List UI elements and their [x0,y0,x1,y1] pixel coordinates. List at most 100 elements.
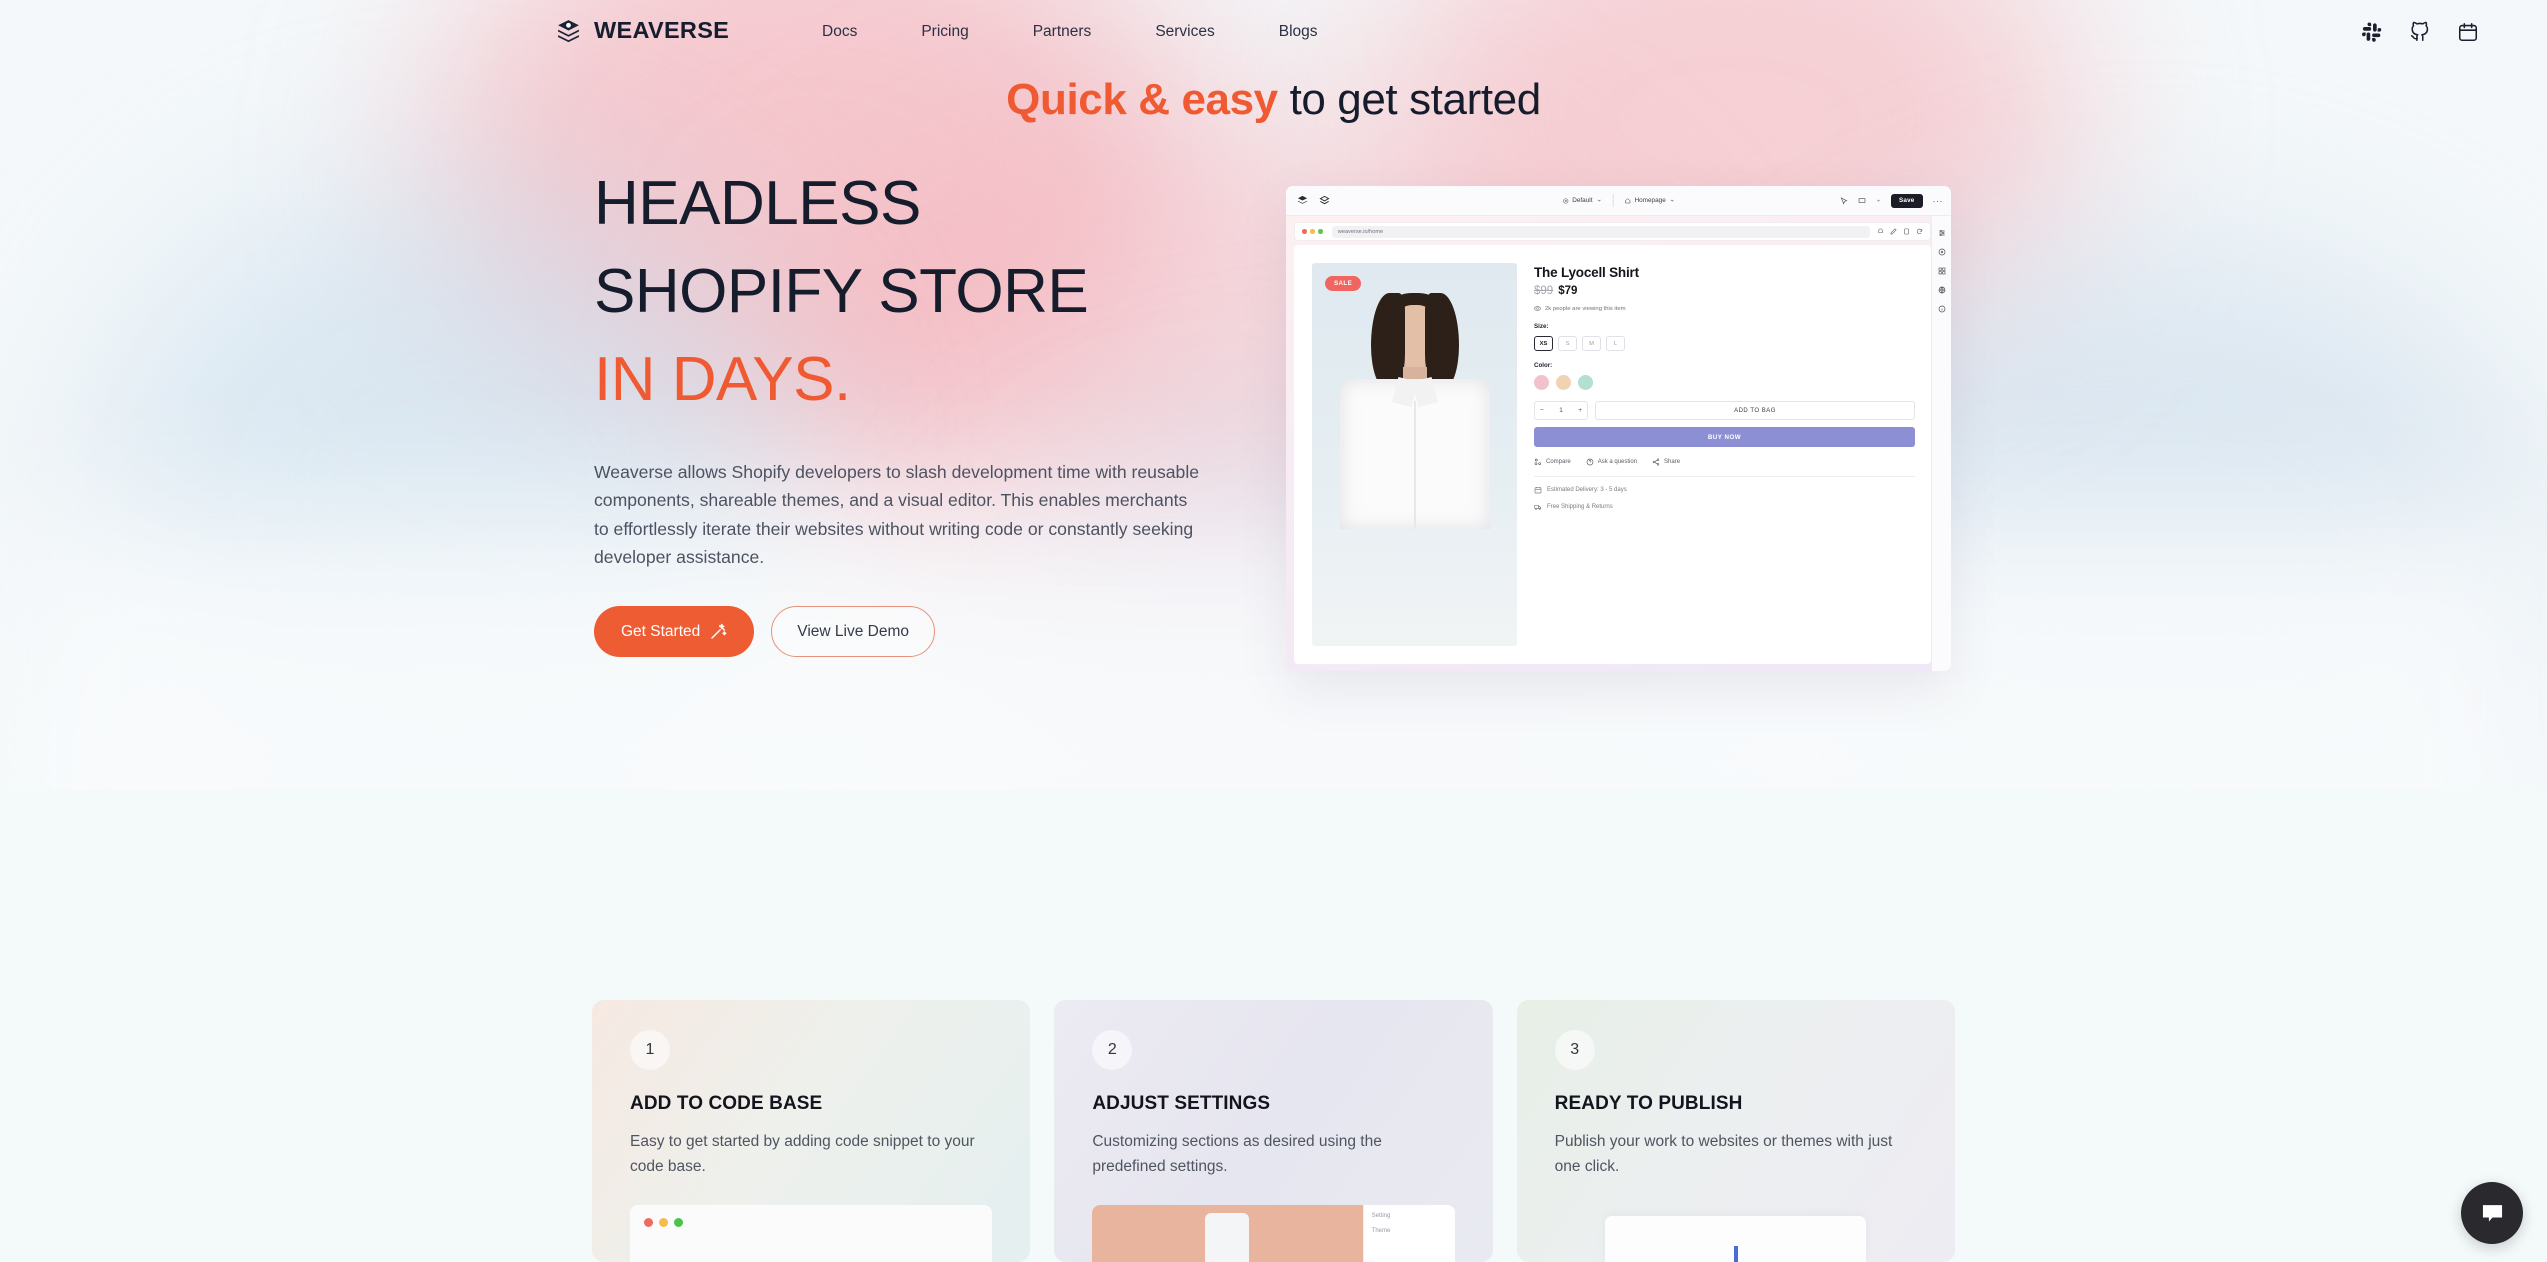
hero-heading: HEADLESS SHOPIFY STORE IN DAYS. [594,160,1234,424]
quantity-minus[interactable]: − [1540,407,1544,414]
color-option-peach[interactable] [1556,375,1571,390]
desktop-preview-icon[interactable] [1858,197,1866,205]
step-preview-3 [1555,1205,1917,1262]
section-heading: Quick & easy to get started [0,75,2547,125]
size-option-m[interactable]: M [1582,336,1601,351]
size-options: XS S M L [1534,336,1915,351]
hero-cta-group: Get Started View Live Demo [594,606,1234,658]
editor-mockup: Default Homepage Save ··· weaverse.io/ho… [1286,186,1951,671]
color-option-mint[interactable] [1578,375,1593,390]
step-card-3[interactable]: 3 READY TO PUBLISH Publish your work to … [1516,1000,1955,1262]
chat-widget-button[interactable] [2461,1182,2523,1244]
window-traffic-lights [1302,229,1323,234]
share-action[interactable]: Share [1652,458,1680,466]
device-preview-icon[interactable] [1903,228,1910,235]
editor-more-button[interactable]: ··· [1933,196,1944,206]
close-light[interactable] [1302,229,1307,234]
quantity-stepper[interactable]: − 1 + [1534,401,1588,420]
url-input[interactable]: weaverse.io/home [1331,225,1870,238]
product-viewers: 2k people are viewing this item [1534,305,1915,312]
eye-icon [1534,306,1541,311]
nav-item-docs[interactable]: Docs [790,0,889,64]
quantity-plus[interactable]: + [1578,407,1582,414]
shipping-note: Free Shipping & Returns [1534,503,1915,511]
step-card-1[interactable]: 1 ADD TO CODE BASE Easy to get started b… [592,1000,1031,1262]
page-dropdown-value: Homepage [1634,197,1666,204]
compare-action[interactable]: Compare [1534,458,1571,466]
get-started-label: Get Started [621,622,701,640]
product-image: SALE [1312,263,1517,646]
step-preview-2: Setting Theme [1092,1205,1455,1262]
step-number: 1 [630,1030,670,1070]
refresh-icon[interactable] [1916,228,1923,235]
step-title: READY TO PUBLISH [1554,1093,1743,1114]
step-title: ADJUST SETTINGS [1092,1093,1271,1114]
sliders-icon[interactable] [1938,229,1946,237]
product-price: $99 $79 [1534,285,1915,297]
step-preview-1 [630,1205,993,1262]
ask-question-action[interactable]: Ask a question [1586,458,1637,466]
quantity-value: 1 [1559,407,1563,414]
page-dropdown[interactable]: Homepage [1613,197,1685,204]
weaverse-logo-icon [558,20,579,43]
color-option-pink[interactable] [1534,375,1549,390]
slack-icon[interactable] [2361,21,2383,43]
header-icon-group [2361,0,2479,64]
nav-item-services[interactable]: Services [1123,0,1246,64]
chevron-down-icon [1670,199,1674,202]
question-icon [1586,458,1594,466]
bell-icon[interactable] [1877,228,1884,235]
get-started-button[interactable]: Get Started [594,606,755,658]
add-to-bag-button[interactable]: ADD TO BAG [1595,401,1915,420]
product-price-old: $99 [1534,285,1554,297]
size-option-s[interactable]: S [1558,336,1577,351]
maximize-light[interactable] [1318,229,1323,234]
layers-icon[interactable] [1319,195,1330,206]
landing-page: WEAVERSE Docs Pricing Partners Services … [0,0,2547,1262]
home-icon [1624,197,1630,203]
nav-item-partners[interactable]: Partners [1001,0,1124,64]
truck-icon [1534,505,1541,510]
sale-badge: SALE [1325,276,1362,291]
product-title: The Lyocell Shirt [1534,265,1639,280]
step-number: 3 [1554,1030,1595,1070]
grid-icon[interactable] [1938,267,1946,275]
delivery-note: Estimated Delivery: 3 - 5 days [1534,486,1915,494]
nav-item-blogs[interactable]: Blogs [1247,0,1350,64]
magic-wand-icon [711,623,727,639]
step-card-2[interactable]: 2 ADJUST SETTINGS Customizing sections a… [1054,1000,1493,1262]
hero-paragraph: Weaverse allows Shopify developers to sl… [594,462,1200,567]
chevron-down-icon[interactable] [1876,198,1881,203]
buy-now-button[interactable]: BUY NOW [1534,427,1915,447]
minimize-light[interactable] [1310,229,1315,234]
share-icon [1652,458,1660,466]
brand-logo[interactable]: WEAVERSE [556,17,729,44]
weaverse-mark-icon [1297,195,1308,204]
editor-toolbar: Default Homepage Save ··· [1286,186,1951,216]
chat-bubble-icon [2482,1204,2502,1221]
calendar-icon [1534,487,1542,494]
nav-item-pricing[interactable]: Pricing [889,0,1000,64]
size-option-xs[interactable]: XS [1534,336,1553,351]
info-icon[interactable] [1938,305,1946,313]
github-icon[interactable] [2409,21,2431,43]
step-description: Publish your work to websites or themes … [1554,1133,1893,1175]
section-heading-accent: Quick & easy [1006,75,1278,124]
size-option-l[interactable]: L [1606,336,1625,351]
palette-icon [1562,198,1568,203]
globe-icon[interactable] [1938,286,1946,294]
size-label: Size: [1534,323,1549,330]
theme-dropdown[interactable]: Default [1551,197,1612,204]
browser-bar: weaverse.io/home [1294,222,1931,241]
edit-pencil-icon[interactable] [1890,228,1897,235]
brand-name: WEAVERSE [594,17,730,43]
calendar-icon[interactable] [2457,21,2479,43]
palette-icon[interactable] [1938,248,1946,256]
view-live-demo-button[interactable]: View Live Demo [771,606,935,658]
cursor-icon[interactable] [1840,196,1848,205]
product-page-canvas: SALE The Lyocell Shirt $99 $79 2k people… [1294,245,1931,664]
editor-save-button[interactable]: Save [1890,193,1923,208]
hero-heading-line1: HEADLESS [594,169,921,238]
compare-label: Compare [1546,459,1571,465]
theme-dropdown-value: Default [1572,197,1593,204]
